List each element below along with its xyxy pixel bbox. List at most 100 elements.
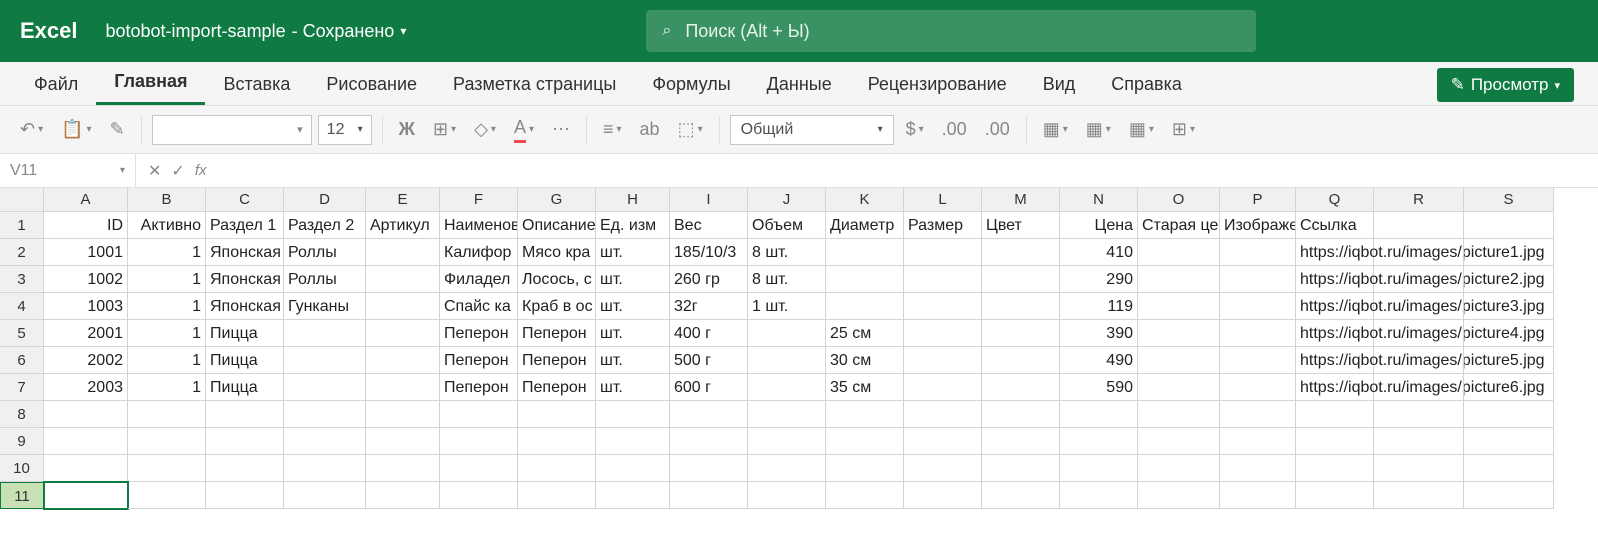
cell[interactable]: Раздел 2: [284, 212, 366, 239]
cell[interactable]: [982, 239, 1060, 266]
cell[interactable]: [284, 401, 366, 428]
cell[interactable]: 35 см: [826, 374, 904, 401]
cell[interactable]: 290: [1060, 266, 1138, 293]
undo-button[interactable]: ↶: [14, 114, 49, 146]
cell[interactable]: [366, 266, 440, 293]
cell[interactable]: Мясо кра: [518, 239, 596, 266]
cell[interactable]: 2002: [44, 347, 128, 374]
cell[interactable]: [596, 482, 670, 509]
cell[interactable]: [982, 482, 1060, 509]
cell[interactable]: Пицца: [206, 320, 284, 347]
cell[interactable]: Пеперон: [440, 347, 518, 374]
cell[interactable]: [366, 293, 440, 320]
tab-Данные[interactable]: Данные: [749, 64, 850, 105]
cell[interactable]: Раздел 1: [206, 212, 284, 239]
tab-Вставка[interactable]: Вставка: [205, 64, 308, 105]
cell[interactable]: [904, 347, 982, 374]
cell[interactable]: [1220, 293, 1296, 320]
cell[interactable]: [44, 482, 128, 509]
currency-button[interactable]: $: [900, 114, 930, 146]
cell[interactable]: [904, 455, 982, 482]
cell[interactable]: 2001: [44, 320, 128, 347]
cell[interactable]: [206, 428, 284, 455]
row-header[interactable]: 6: [0, 347, 44, 374]
align-button[interactable]: ≡: [597, 114, 628, 146]
tab-Рецензирование[interactable]: Рецензирование: [850, 64, 1025, 105]
wrap-text-button[interactable]: ab: [634, 114, 666, 146]
cell[interactable]: 500 г: [670, 347, 748, 374]
cell[interactable]: [1464, 482, 1554, 509]
cell[interactable]: [596, 401, 670, 428]
cell[interactable]: [1296, 482, 1374, 509]
cell[interactable]: [748, 428, 826, 455]
row-header[interactable]: 10: [0, 455, 44, 482]
cell[interactable]: [1464, 212, 1554, 239]
cell[interactable]: [206, 482, 284, 509]
col-header-M[interactable]: M: [982, 188, 1060, 212]
cell[interactable]: Лосось, с: [518, 266, 596, 293]
cell[interactable]: шт.: [596, 266, 670, 293]
cell[interactable]: [366, 428, 440, 455]
cell[interactable]: [206, 455, 284, 482]
cell[interactable]: 1: [128, 347, 206, 374]
cell[interactable]: [670, 401, 748, 428]
row-header[interactable]: 9: [0, 428, 44, 455]
cell[interactable]: [440, 428, 518, 455]
tab-Главная[interactable]: Главная: [96, 61, 205, 105]
cell[interactable]: [518, 455, 596, 482]
increase-decimal-button[interactable]: .00: [936, 114, 973, 146]
cell[interactable]: [1220, 482, 1296, 509]
col-header-E[interactable]: E: [366, 188, 440, 212]
cell[interactable]: [826, 401, 904, 428]
cell[interactable]: 1: [128, 374, 206, 401]
cell[interactable]: [440, 455, 518, 482]
cell-styles-button[interactable]: ▦: [1123, 114, 1160, 146]
cell[interactable]: 490: [1060, 347, 1138, 374]
cell[interactable]: Пеперон: [518, 374, 596, 401]
cell[interactable]: Ссылка: [1296, 212, 1374, 239]
cell[interactable]: 590: [1060, 374, 1138, 401]
cell[interactable]: 600 г: [670, 374, 748, 401]
cell[interactable]: Вес: [670, 212, 748, 239]
cell[interactable]: [284, 482, 366, 509]
cell[interactable]: [366, 401, 440, 428]
cell[interactable]: 185/10/3: [670, 239, 748, 266]
cell[interactable]: [1138, 293, 1220, 320]
cell[interactable]: шт.: [596, 239, 670, 266]
cell[interactable]: [518, 428, 596, 455]
cell[interactable]: https://iqbot.ru/images/picture4.jpg: [1296, 320, 1374, 347]
cell[interactable]: Старая цена: [1138, 212, 1220, 239]
cell[interactable]: https://iqbot.ru/images/picture5.jpg: [1296, 347, 1374, 374]
cell[interactable]: [366, 455, 440, 482]
chevron-down-icon[interactable]: ▾: [400, 24, 406, 38]
tab-Разметка страницы[interactable]: Разметка страницы: [435, 64, 634, 105]
cell[interactable]: [1138, 320, 1220, 347]
select-all-corner[interactable]: [0, 188, 44, 212]
cell[interactable]: [826, 293, 904, 320]
cell[interactable]: 8 шт.: [748, 266, 826, 293]
cell[interactable]: [1374, 428, 1464, 455]
cell[interactable]: ID: [44, 212, 128, 239]
cell[interactable]: [366, 239, 440, 266]
cell[interactable]: [904, 239, 982, 266]
cell[interactable]: [1374, 347, 1464, 374]
cell[interactable]: [1374, 239, 1464, 266]
cell[interactable]: [1138, 401, 1220, 428]
cell[interactable]: [1220, 455, 1296, 482]
cell[interactable]: [748, 320, 826, 347]
cell[interactable]: [366, 482, 440, 509]
cell[interactable]: [826, 266, 904, 293]
cell[interactable]: [518, 482, 596, 509]
cell[interactable]: Цвет: [982, 212, 1060, 239]
cell[interactable]: [596, 428, 670, 455]
cell[interactable]: Роллы: [284, 239, 366, 266]
insert-cells-button[interactable]: ⊞: [1166, 114, 1201, 146]
col-header-R[interactable]: R: [1374, 188, 1464, 212]
cell[interactable]: [366, 347, 440, 374]
col-header-Q[interactable]: Q: [1296, 188, 1374, 212]
cell[interactable]: Ед. изм: [596, 212, 670, 239]
merge-button[interactable]: ⬚: [672, 114, 709, 146]
cell[interactable]: [440, 482, 518, 509]
cell[interactable]: [1138, 455, 1220, 482]
cell[interactable]: [904, 428, 982, 455]
